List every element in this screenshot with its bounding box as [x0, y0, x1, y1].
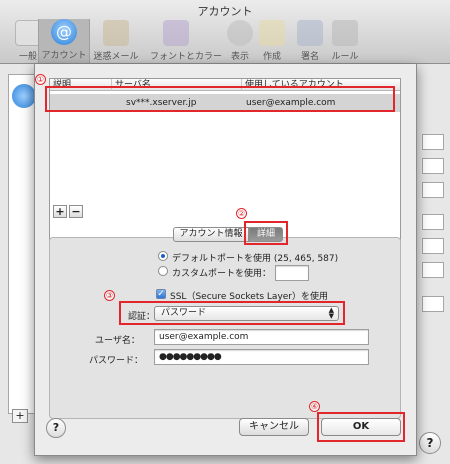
detail-pane: [49, 237, 401, 419]
annotation-highlight-4: [317, 412, 405, 442]
annotation-highlight-3: [119, 301, 345, 325]
background-field: [422, 262, 444, 278]
window-title: アカウント: [197, 5, 253, 18]
pencil-icon: [259, 20, 285, 46]
remove-server-button[interactable]: −: [69, 205, 83, 218]
default-port-radio[interactable]: [158, 251, 168, 261]
annotation-marker-2: ②: [236, 208, 247, 219]
toolbar-junk-mail[interactable]: 迷惑メール: [90, 20, 142, 62]
junk-mail-icon: [103, 20, 129, 46]
username-label: ユーザ名：: [95, 336, 140, 346]
background-field: [422, 134, 444, 150]
smtp-server-sheet: 説明 サーバ名 使用しているアカウント sv***.xserver.jp use…: [34, 64, 417, 456]
help-button[interactable]: ?: [46, 418, 66, 438]
custom-port-input[interactable]: [275, 265, 309, 281]
custom-port-radio[interactable]: [158, 266, 168, 276]
default-port-label: デフォルトポートを使用 (25, 465, 587): [172, 254, 339, 264]
password-label: パスワード：: [89, 356, 144, 366]
account-icon[interactable]: [12, 84, 36, 108]
add-account-button[interactable]: +: [12, 409, 28, 423]
font-icon: [163, 20, 189, 46]
username-input[interactable]: user@example.com: [154, 329, 369, 345]
tab-account-info[interactable]: アカウント情報: [173, 227, 249, 242]
custom-port-label: カスタムポートを使用：: [172, 269, 272, 279]
window-titlebar: アカウント 一般 @ アカウント 迷惑メール フォントとカラー 表示 作成 署名…: [0, 0, 450, 64]
background-field: [422, 158, 444, 174]
background-field: [422, 238, 444, 254]
annotation-marker-4: ④: [309, 401, 320, 412]
rules-icon: [332, 20, 358, 46]
annotation-marker-1: ①: [35, 74, 46, 85]
background-field: [422, 296, 444, 312]
toolbar-rules[interactable]: ルール: [319, 20, 371, 62]
password-input[interactable]: ●●●●●●●●●: [154, 349, 369, 365]
toolbar-fonts-colors[interactable]: フォントとカラー: [150, 20, 222, 62]
background-field: [422, 214, 444, 230]
cancel-button[interactable]: キャンセル: [239, 418, 309, 436]
annotation-highlight-2: [244, 221, 288, 245]
at-sign-icon: @: [51, 19, 77, 45]
background-field: [422, 182, 444, 198]
annotation-highlight-1: [45, 86, 395, 112]
help-button[interactable]: ?: [419, 432, 441, 454]
annotation-marker-3: ③: [104, 290, 115, 301]
ssl-checkbox[interactable]: ✓: [156, 289, 166, 299]
add-server-button[interactable]: +: [53, 205, 67, 218]
toolbar-accounts[interactable]: @ アカウント: [38, 19, 90, 63]
